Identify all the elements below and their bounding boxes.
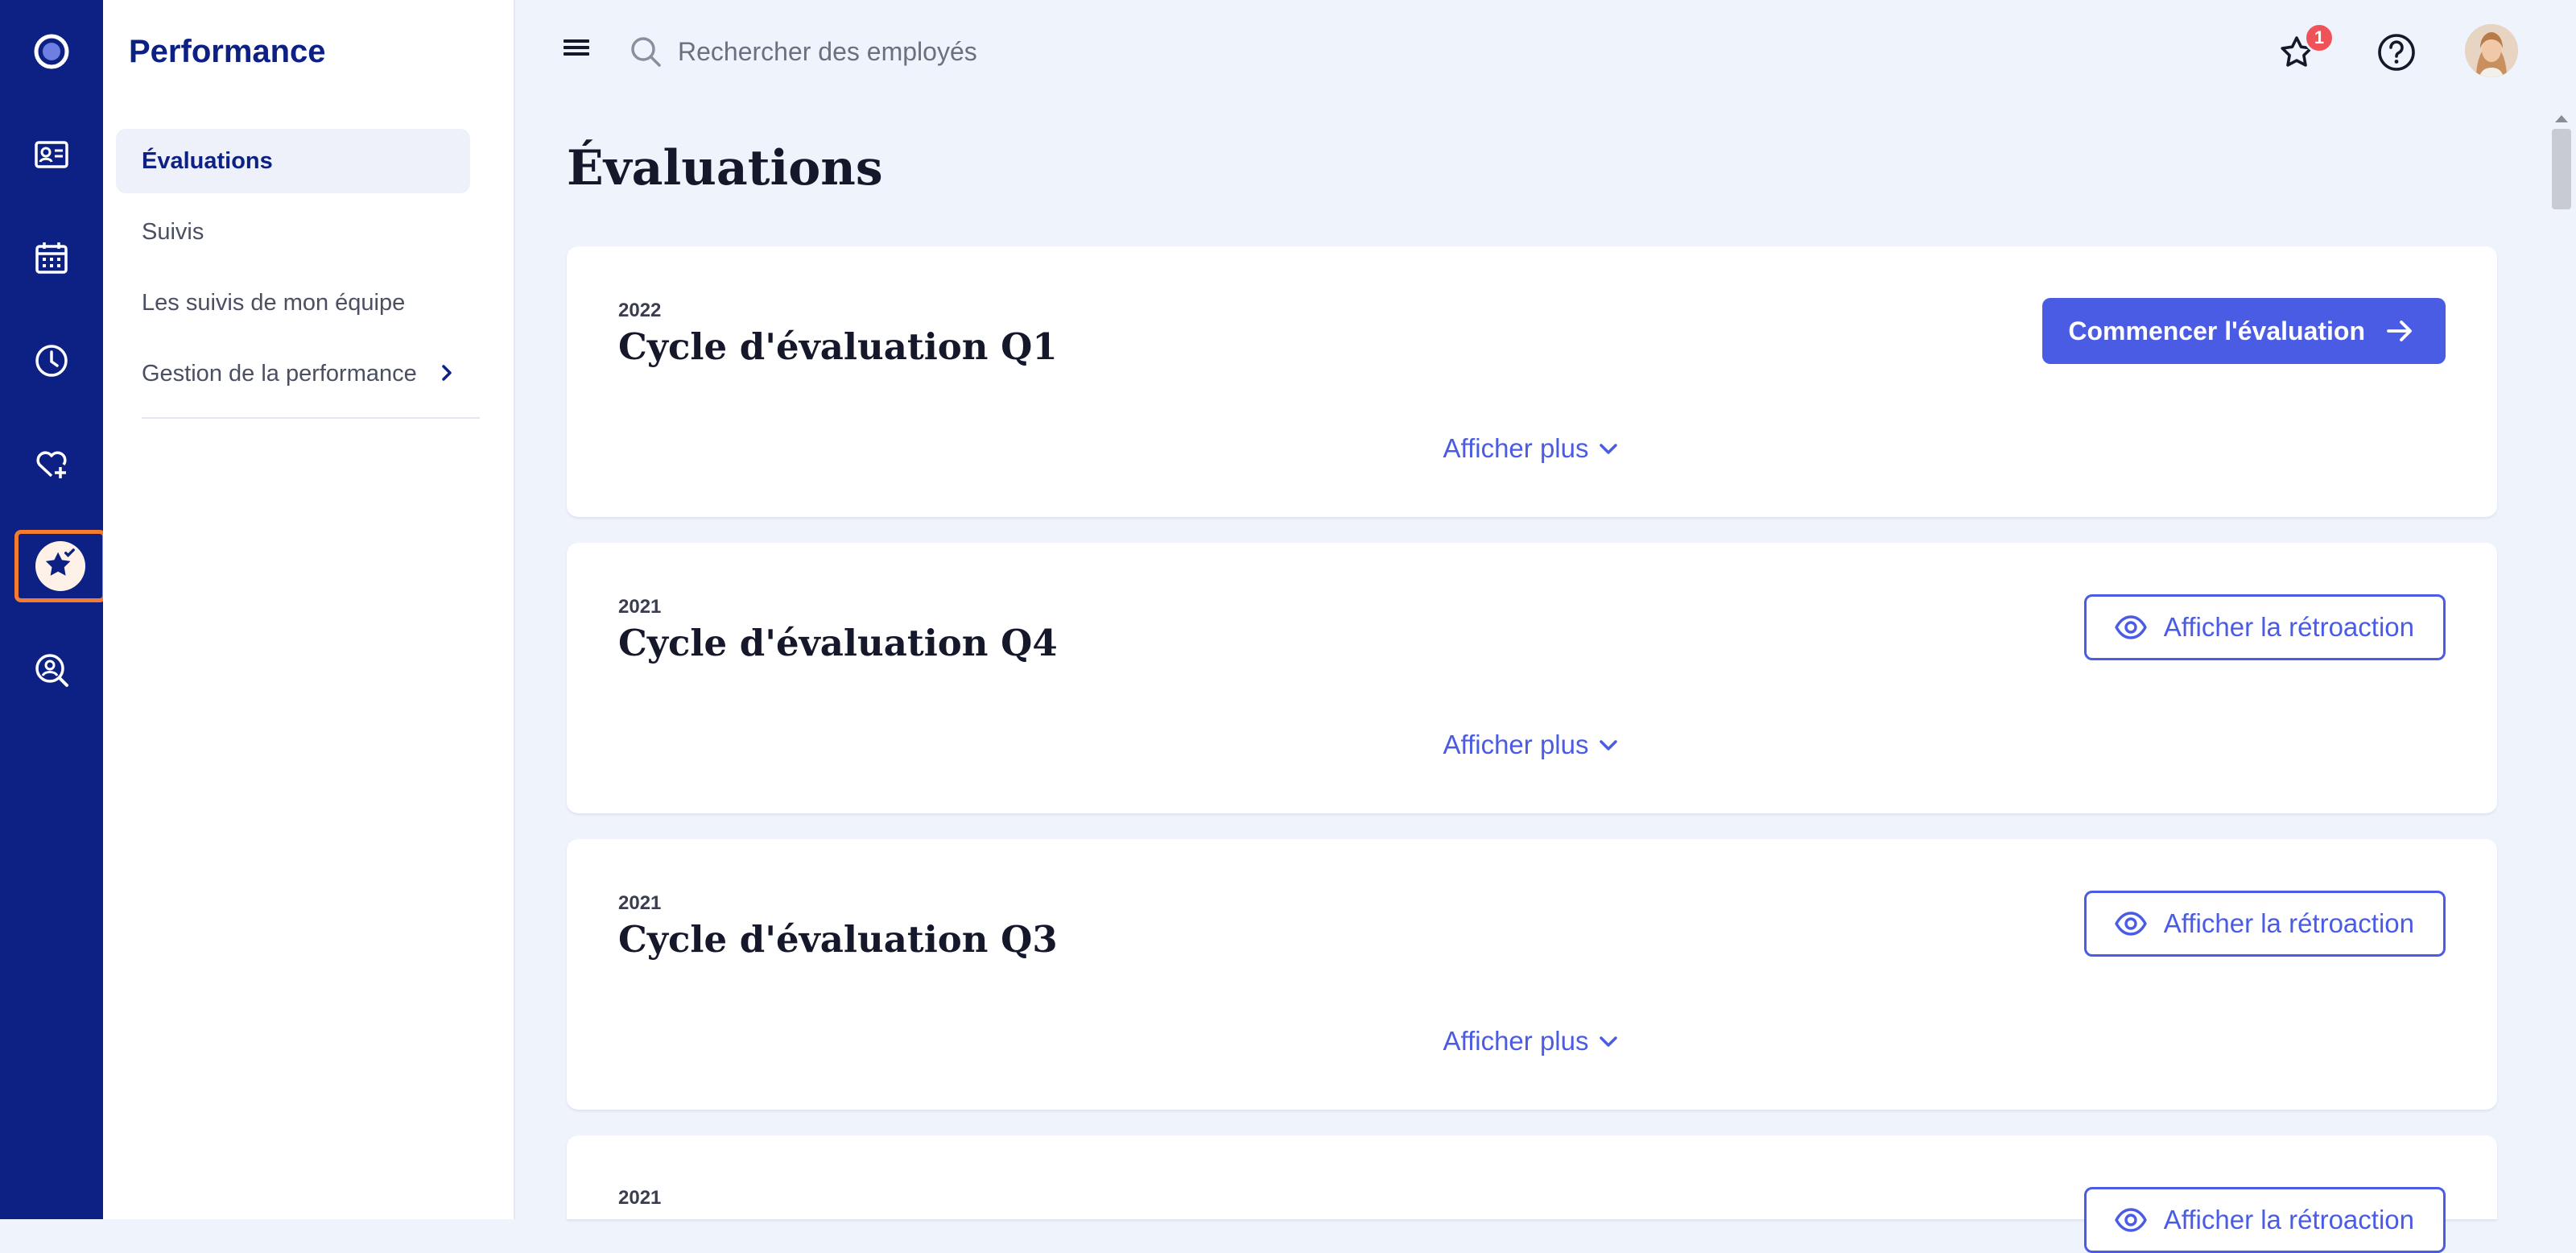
button-label: Afficher la rétroaction — [2163, 612, 2414, 642]
sidebar-item-team-follow-ups[interactable]: Les suivis de mon équipe — [116, 271, 470, 335]
show-more-link[interactable]: Afficher plus — [567, 1024, 2497, 1057]
evaluation-card: 2021 Cycle d'évaluation Q3 Afficher la r… — [567, 839, 2497, 1110]
scrollbar[interactable] — [2549, 110, 2573, 1219]
chevron-down-icon — [1600, 444, 1618, 455]
sidebar-title: Performance — [129, 34, 326, 69]
card-title: Cycle d'évaluation Q3 — [618, 918, 1058, 961]
sidebar-item-performance-management[interactable]: Gestion de la performance — [116, 341, 470, 406]
hamburger-menu-icon[interactable] — [562, 35, 592, 60]
performance-sidebar: Performance Évaluations Suivis Les suivi… — [103, 0, 515, 1219]
clock-icon[interactable] — [0, 320, 103, 401]
calendar-icon[interactable] — [0, 217, 103, 298]
button-label: Commencer l'évaluation — [2068, 316, 2365, 345]
card-title: Cycle d'évaluation Q4 — [618, 622, 1058, 664]
button-label: Afficher la rétroaction — [2163, 1205, 2414, 1234]
logo-icon[interactable] — [0, 11, 103, 92]
page-title: Évaluations — [567, 140, 883, 196]
search-user-icon[interactable] — [0, 630, 103, 710]
show-more-label: Afficher plus — [1443, 1026, 1589, 1057]
arrow-right-icon — [2387, 320, 2412, 341]
eye-icon — [2115, 615, 2147, 639]
chevron-down-icon — [1600, 1036, 1618, 1048]
sidebar-item-label: Suivis — [142, 218, 204, 245]
sidebar-item-evaluations[interactable]: Évaluations — [116, 129, 470, 193]
eye-icon — [2115, 912, 2147, 936]
show-more-label: Afficher plus — [1443, 433, 1589, 464]
sidebar-item-label: Les suivis de mon équipe — [142, 289, 406, 316]
evaluation-card: 2021 Cycle d'évaluation Q4 Afficher la r… — [567, 543, 2497, 813]
scrollbar-thumb[interactable] — [2552, 129, 2571, 209]
eye-icon — [2115, 1208, 2147, 1232]
button-label: Afficher la rétroaction — [2163, 908, 2414, 938]
employee-search-input[interactable] — [676, 29, 1320, 74]
sidebar-divider — [142, 417, 480, 419]
chevron-down-icon — [1600, 740, 1618, 751]
sidebar-item-suivis[interactable]: Suivis — [116, 200, 470, 264]
evaluation-card: 2021 Afficher la rétroaction — [567, 1135, 2497, 1253]
id-card-icon[interactable] — [0, 114, 103, 195]
avatar-portrait-icon — [2465, 24, 2518, 77]
card-title: Cycle d'évaluation Q1 — [618, 325, 1058, 368]
card-year: 2021 — [618, 596, 662, 618]
show-more-link[interactable]: Afficher plus — [567, 432, 2497, 464]
chevron-right-icon — [442, 365, 452, 381]
card-year: 2021 — [618, 1187, 662, 1209]
star-check-icon — [35, 541, 85, 591]
view-feedback-button[interactable]: Afficher la rétroaction — [2083, 891, 2446, 957]
view-feedback-button[interactable]: Afficher la rétroaction — [2083, 594, 2446, 660]
show-more-link[interactable]: Afficher plus — [567, 728, 2497, 760]
scroll-up-arrow-icon[interactable] — [2553, 113, 2570, 124]
sidebar-item-label: Gestion de la performance — [142, 360, 417, 387]
performance-nav-item[interactable] — [14, 530, 106, 602]
sidebar-item-label: Évaluations — [142, 147, 273, 174]
heart-plus-icon[interactable] — [0, 424, 103, 504]
card-year: 2022 — [618, 300, 662, 321]
show-more-label: Afficher plus — [1443, 730, 1589, 760]
start-evaluation-button[interactable]: Commencer l'évaluation — [2042, 298, 2446, 364]
evaluation-card: 2022 Cycle d'évaluation Q1 Commencer l'é… — [567, 246, 2497, 517]
notification-badge: 1 — [2304, 23, 2334, 53]
card-year: 2021 — [618, 892, 662, 914]
help-icon[interactable] — [2375, 31, 2418, 74]
user-avatar[interactable] — [2465, 24, 2518, 77]
view-feedback-button[interactable]: Afficher la rétroaction — [2083, 1187, 2446, 1253]
search-icon — [631, 37, 661, 67]
icon-rail — [0, 0, 106, 1219]
